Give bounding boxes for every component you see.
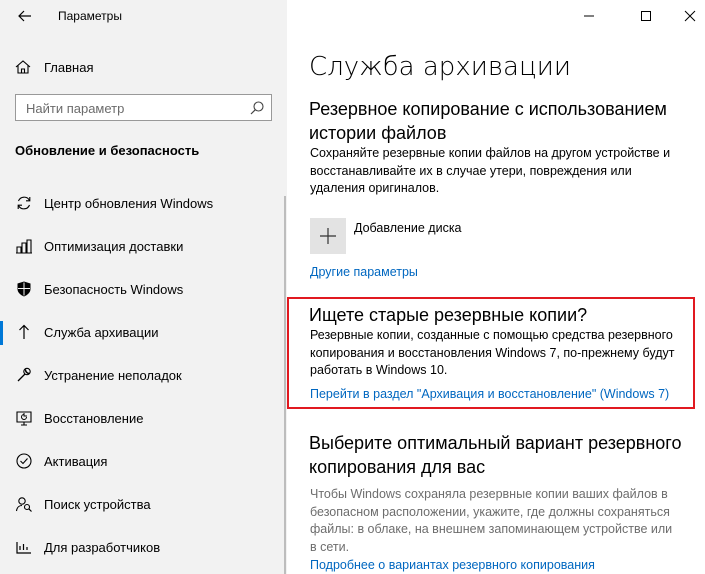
back-arrow-icon[interactable] (15, 6, 35, 26)
search-icon[interactable] (249, 100, 265, 116)
sidebar-item-recovery[interactable]: Восстановление (0, 395, 287, 438)
add-drive-label[interactable]: Добавление диска (354, 221, 462, 235)
learn-backup-options-link[interactable]: Подробнее о вариантах резервного копиров… (310, 558, 595, 572)
sidebar-item-label: Безопасность Windows (44, 282, 184, 297)
settings-window: Параметры Главная Найти параметр Обновле… (0, 0, 705, 574)
sidebar-item-label: Оптимизация доставки (44, 239, 184, 254)
sidebar-item-label: Для разработчиков (44, 540, 161, 555)
close-icon[interactable] (679, 6, 701, 26)
selected-indicator (0, 321, 3, 345)
shield-icon (17, 281, 31, 297)
sidebar-scrollbar[interactable] (284, 196, 286, 574)
add-drive-button[interactable] (310, 218, 346, 254)
sidebar-item-label: Центр обновления Windows (44, 196, 214, 211)
maximize-icon[interactable] (635, 6, 657, 26)
choose-backup-description: Чтобы Windows сохраняла резервные копии … (310, 487, 673, 554)
sidebar-item-label: Служба архивации (44, 325, 159, 340)
sidebar-item-developers[interactable]: Для разработчиков (0, 524, 287, 567)
sidebar-item-label: Активация (44, 454, 108, 469)
check-circle-icon (16, 453, 32, 469)
plus-icon (320, 228, 336, 244)
window-title: Параметры (58, 9, 122, 23)
wrench-icon (17, 367, 31, 382)
sidebar-item-find-device[interactable]: Поиск устройства (0, 481, 287, 524)
minimize-icon[interactable] (578, 6, 600, 26)
delivery-icon (16, 239, 32, 254)
sidebar-item-label: Восстановление (44, 411, 144, 426)
choose-backup-heading: Выберите оптимальный вариант резервного … (309, 433, 682, 477)
sync-icon (17, 196, 31, 210)
file-history-description: Сохраняйте резервные копии файлов на дру… (310, 146, 671, 195)
home-nav-item[interactable]: Главная (14, 57, 274, 79)
sidebar-item-delivery-optimization[interactable]: Оптимизация доставки (0, 223, 287, 266)
sidebar-nav: Центр обновления Windows Оптимизация дос… (0, 180, 287, 567)
main-pane: Служба архивации Резервное копирование с… (287, 0, 705, 574)
sidebar-item-troubleshoot[interactable]: Устранение неполадок (0, 352, 287, 395)
sidebar-item-label: Поиск устройства (44, 497, 151, 512)
page-title: Служба архивации (309, 52, 571, 82)
home-label: Главная (44, 60, 94, 75)
old-backup-description: Резервные копии, созданные с помощью сре… (310, 328, 675, 377)
sidebar-item-backup[interactable]: Служба архивации (0, 309, 287, 352)
home-icon (15, 60, 31, 74)
person-search-icon (15, 497, 32, 512)
sidebar-item-windows-security[interactable]: Безопасность Windows (0, 266, 287, 309)
search-placeholder: Найти параметр (26, 101, 125, 116)
backup-restore-win7-link[interactable]: Перейти в раздел "Архивация и восстановл… (310, 387, 669, 401)
search-input[interactable]: Найти параметр (15, 94, 272, 121)
sidebar-item-activation[interactable]: Активация (0, 438, 287, 481)
more-options-link[interactable]: Другие параметры (310, 265, 418, 279)
recovery-icon (16, 411, 32, 426)
backup-arrow-icon (19, 324, 29, 339)
developer-icon (16, 542, 31, 554)
file-history-heading: Резервное копирование с использованием и… (309, 99, 667, 143)
old-backup-heading: Ищете старые резервные копии? (309, 305, 588, 325)
sidebar-item-windows-update[interactable]: Центр обновления Windows (0, 180, 287, 223)
sidebar: Параметры Главная Найти параметр Обновле… (0, 0, 287, 574)
section-title: Обновление и безопасность (15, 143, 200, 158)
sidebar-item-label: Устранение неполадок (44, 368, 182, 383)
